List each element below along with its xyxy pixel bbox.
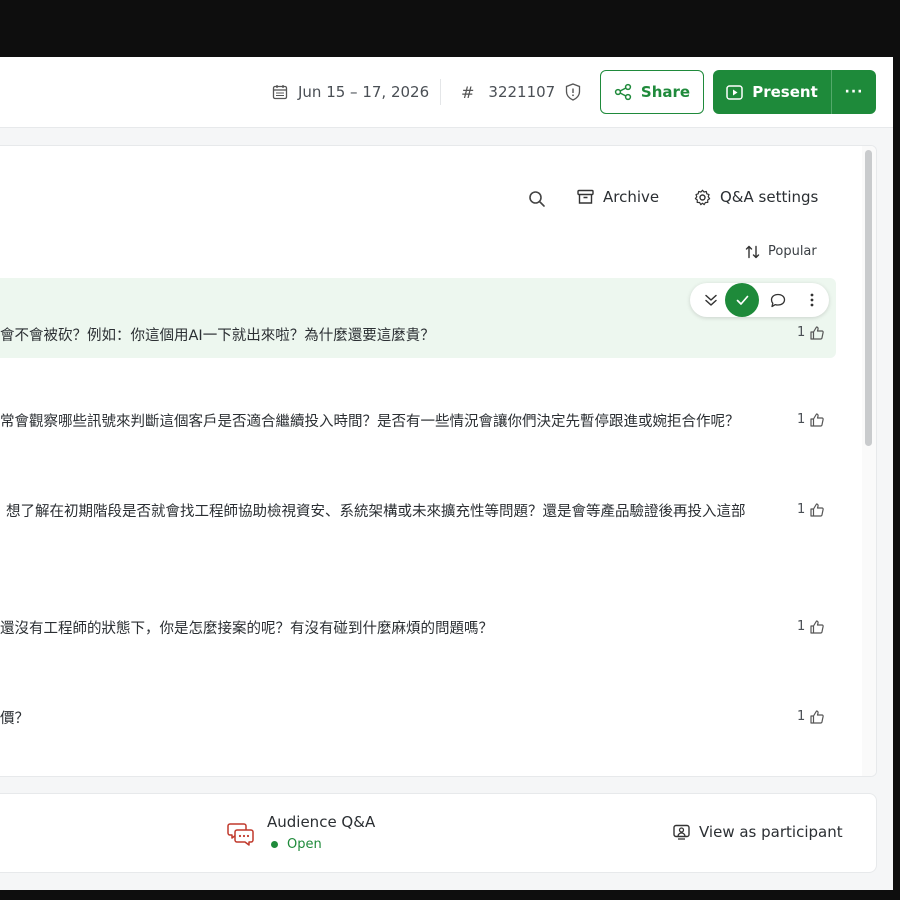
gear-icon (694, 189, 711, 205)
qa-scrollbar[interactable] (862, 146, 876, 776)
present-button[interactable]: Present (713, 70, 831, 114)
search-icon[interactable] (528, 190, 546, 208)
qa-footer: Audience Q&A Open View as participant (0, 793, 877, 873)
question-text: 會不會被砍？例如：你這個用AI一下就出來啦？為什麼還要這麼貴？ (0, 328, 435, 344)
question-text: 常會觀察哪些訊號來判斷這個客戶是否適合繼續投入時間？是否有一些情況會讓你們決定先… (0, 414, 740, 430)
question-row[interactable]: 價？ 1 (0, 666, 836, 746)
audience-qa-icon (227, 823, 254, 846)
mark-answered-button[interactable] (725, 283, 759, 317)
thumbs-up-icon (810, 325, 825, 340)
calendar-icon (272, 85, 288, 100)
qa-settings-button[interactable]: Q&A settings (694, 188, 818, 206)
question-more-button[interactable] (798, 283, 826, 317)
question-text: 價？ (0, 711, 29, 727)
collapse-button[interactable] (697, 283, 725, 317)
play-icon (726, 84, 743, 100)
date-range-text: Jun 15 – 17, 2026 (298, 83, 430, 101)
event-header: Jun 15 – 17, 2026 # 3221107 Share Presen… (0, 57, 893, 128)
hash-icon: # (461, 82, 475, 102)
vote-button[interactable]: 1 (797, 325, 825, 340)
vote-count: 1 (797, 412, 806, 427)
qa-status-badge: Open (271, 837, 322, 852)
vote-count: 1 (797, 709, 806, 724)
vote-button[interactable]: 1 (797, 619, 825, 634)
participant-view-icon (673, 824, 690, 840)
question-text: 還沒有工程師的狀態下，你是怎麼接案的呢？有沒有碰到什麼麻煩的問題嗎？ (0, 621, 493, 637)
question-row[interactable]: 會不會被砍？例如：你這個用AI一下就出來啦？為什麼還要這麼貴？ 1 (0, 278, 836, 358)
question-row[interactable]: 想了解在初期階段是否就會找工程師協助檢視資安、系統架構或未來擴充性等問題？還是會… (0, 460, 836, 540)
share-icon (614, 83, 632, 101)
present-button-group: Present ··· (713, 70, 876, 114)
thumbs-up-icon (810, 619, 825, 634)
header-divider (440, 79, 441, 105)
question-row[interactable]: 常會觀察哪些訊號來判斷這個客戶是否適合繼續投入時間？是否有一些情況會讓你們決定先… (0, 370, 836, 450)
sort-label: Popular (768, 244, 817, 259)
thumbs-up-icon (810, 502, 825, 517)
more-vertical-icon (810, 293, 814, 307)
speech-bubble-icon (770, 293, 786, 307)
sort-arrows-icon (745, 245, 760, 258)
present-label: Present (752, 83, 818, 101)
shield-icon[interactable] (565, 83, 581, 101)
vote-count: 1 (797, 325, 806, 340)
sort-dropdown[interactable]: Popular (745, 244, 817, 259)
qa-status-text: Open (287, 837, 322, 852)
qa-title: Audience Q&A (267, 813, 376, 831)
archive-icon (577, 189, 594, 204)
qa-panel: Archive Q&A settings Popular 會不會被砍？例如：你這… (0, 145, 877, 777)
check-icon (736, 295, 748, 305)
question-text: 想了解在初期階段是否就會找工程師協助檢視資安、系統架構或未來擴充性等問題？還是會… (6, 504, 746, 520)
event-code-text: 3221107 (488, 83, 556, 101)
present-more-button[interactable]: ··· (832, 70, 876, 114)
reply-button[interactable] (764, 283, 792, 317)
question-actions-bar (690, 283, 829, 317)
share-label: Share (640, 83, 691, 101)
vote-button[interactable]: 1 (797, 709, 825, 724)
vote-count: 1 (797, 619, 806, 634)
archive-label: Archive (603, 188, 660, 206)
app-window: Jun 15 – 17, 2026 # 3221107 Share Presen… (0, 57, 893, 890)
vote-button[interactable]: 1 (797, 412, 825, 427)
view-as-participant-button[interactable]: View as participant (673, 823, 843, 841)
share-button[interactable]: Share (600, 70, 704, 114)
event-date[interactable]: Jun 15 – 17, 2026 (272, 80, 429, 104)
question-row[interactable]: 還沒有工程師的狀態下，你是怎麼接案的呢？有沒有碰到什麼麻煩的問題嗎？ 1 (0, 576, 836, 656)
thumbs-up-icon (810, 709, 825, 724)
double-chevron-down-icon (705, 294, 717, 306)
qa-settings-label: Q&A settings (720, 188, 819, 206)
vote-button[interactable]: 1 (797, 502, 825, 517)
scrollbar-thumb[interactable] (865, 150, 872, 446)
archive-button[interactable]: Archive (577, 188, 659, 206)
status-dot (271, 841, 278, 848)
event-code[interactable]: # 3221107 (461, 80, 555, 104)
view-as-participant-label: View as participant (699, 823, 843, 841)
vote-count: 1 (797, 502, 806, 517)
thumbs-up-icon (810, 412, 825, 427)
